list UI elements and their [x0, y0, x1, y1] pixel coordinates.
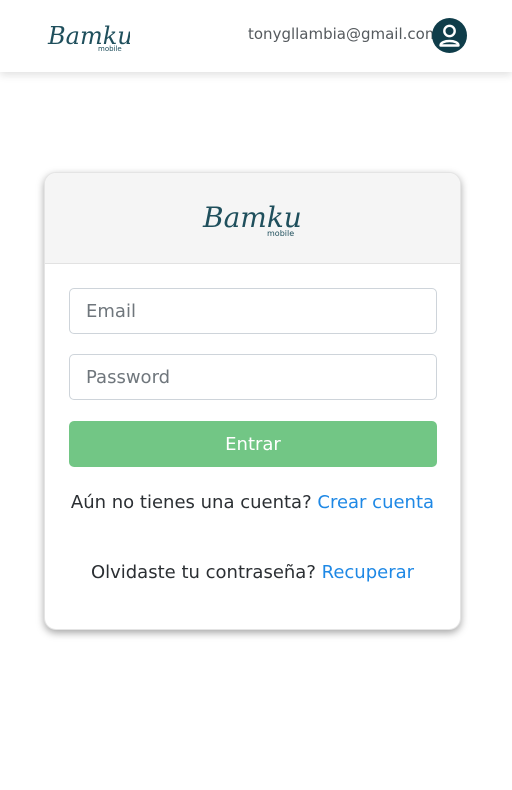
register-prompt-line: Aún no tienes una cuenta? Crear cuenta	[45, 492, 460, 513]
login-submit-button[interactable]: Entrar	[69, 421, 437, 467]
login-card: Bamku mobile Entrar Aún no tienes una cu…	[44, 172, 461, 630]
user-email: tonygllambia@gmail.com	[248, 25, 440, 43]
card-logo: Bamku mobile	[201, 199, 302, 239]
svg-text:mobile: mobile	[267, 229, 294, 238]
register-prompt-text: Aún no tienes una cuenta?	[70, 492, 312, 513]
recover-password-link[interactable]: Recuperar	[322, 562, 414, 583]
brand-logo[interactable]: Bamku mobile	[46, 20, 133, 54]
top-navbar: Bamku mobile tonygllambia@gmail.com	[0, 0, 512, 72]
email-input[interactable]	[69, 288, 437, 334]
recover-prompt-line: Olvidaste tu contraseña? Recuperar	[45, 562, 460, 583]
password-input[interactable]	[69, 354, 437, 400]
card-logo-graphic: Bamku mobile	[202, 201, 302, 238]
create-account-link[interactable]: Crear cuenta	[317, 492, 434, 513]
login-card-header: Bamku mobile	[45, 173, 460, 264]
svg-text:mobile: mobile	[98, 45, 122, 53]
brand-logo-graphic: Bamku mobile	[47, 22, 133, 53]
recover-prompt-text: Olvidaste tu contraseña?	[90, 562, 316, 583]
user-avatar-button[interactable]	[432, 18, 467, 53]
user-icon	[439, 24, 460, 47]
